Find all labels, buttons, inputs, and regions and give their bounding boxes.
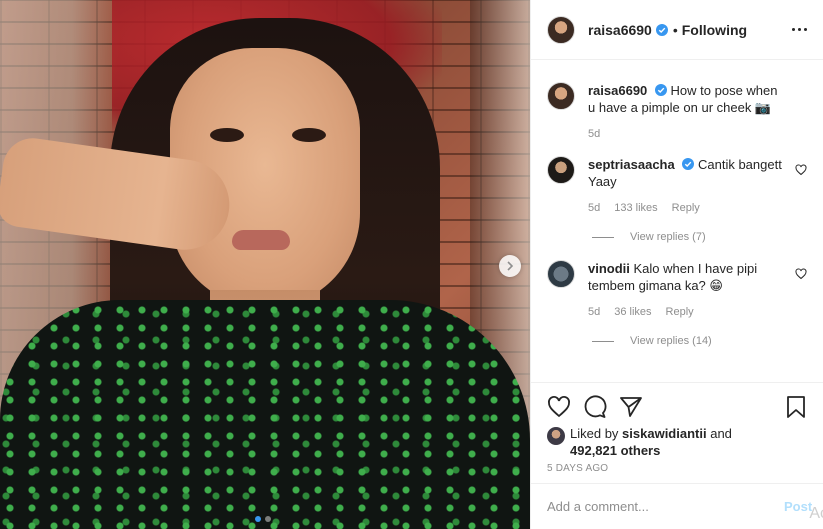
watermark-text: Ac xyxy=(809,505,823,522)
caption: raisa6690 How to pose when u have a pimp… xyxy=(547,82,807,140)
heart-icon[interactable] xyxy=(547,395,571,419)
liker-username[interactable]: siskawidiantii xyxy=(622,426,707,441)
carousel-dot-active xyxy=(255,516,261,522)
add-comment-input[interactable] xyxy=(547,499,784,514)
comment-likes[interactable]: 133 likes xyxy=(614,202,657,214)
reply-button[interactable]: Reply xyxy=(666,306,694,318)
carousel-dot xyxy=(265,516,271,522)
likes-summary: Liked by siskawidiantii and 492,821 othe… xyxy=(547,425,808,459)
bookmark-icon[interactable] xyxy=(784,395,808,419)
commenter-username[interactable]: vinodii xyxy=(588,261,630,276)
post-timestamp[interactable]: 5 DAYS AGO xyxy=(547,463,808,474)
commenter-avatar[interactable] xyxy=(547,260,575,288)
more-dot xyxy=(798,28,801,31)
more-horizontal-icon xyxy=(792,28,795,31)
heart-icon[interactable] xyxy=(795,268,807,280)
carousel-next-button[interactable] xyxy=(499,255,521,277)
carousel-dots xyxy=(255,516,271,522)
paper-plane-icon[interactable] xyxy=(619,395,643,419)
likes-count[interactable]: 492,821 others xyxy=(570,443,660,458)
commenter-avatar[interactable] xyxy=(547,156,575,184)
header-separator: • xyxy=(672,21,678,38)
likes-joiner: and xyxy=(710,426,732,441)
commenter-username[interactable]: septriasaacha xyxy=(588,157,675,172)
post-view: raisa6690 • Following raisa6690 How to p… xyxy=(0,0,823,529)
view-replies-button[interactable]: View replies (7) xyxy=(592,231,807,243)
reply-button[interactable]: Reply xyxy=(672,202,700,214)
view-replies-label: View replies (14) xyxy=(630,335,712,347)
view-replies-button[interactable]: View replies (14) xyxy=(592,335,807,347)
post-photo[interactable] xyxy=(0,0,530,529)
add-comment-bar: Post Ac xyxy=(531,483,823,529)
comment-item: vinodii Kalo when I have pipi tembem gim… xyxy=(547,260,807,318)
caption-avatar[interactable] xyxy=(547,82,575,110)
replies-line xyxy=(592,340,614,342)
verified-badge-icon xyxy=(682,158,695,170)
verified-badge-icon xyxy=(654,84,667,96)
lips xyxy=(232,230,290,250)
replies-line xyxy=(592,236,614,238)
following-button[interactable]: Following xyxy=(682,22,747,38)
verified-badge-icon xyxy=(655,23,668,36)
post-header: raisa6690 • Following xyxy=(531,0,823,60)
left-eye xyxy=(210,128,244,142)
post-actions: Liked by siskawidiantii and 492,821 othe… xyxy=(531,382,823,474)
comment-time[interactable]: 5d xyxy=(588,202,600,214)
green-print-dress xyxy=(0,300,530,529)
comments-list[interactable]: raisa6690 How to pose when u have a pimp… xyxy=(531,60,823,381)
chevron-right-icon xyxy=(507,261,514,271)
view-replies-label: View replies (7) xyxy=(630,231,706,243)
comment-icon[interactable] xyxy=(583,395,607,419)
right-eye xyxy=(292,128,326,142)
caption-username[interactable]: raisa6690 xyxy=(588,83,647,98)
comment-time[interactable]: 5d xyxy=(588,306,600,318)
author-username[interactable]: raisa6690 xyxy=(588,22,652,38)
likes-prefix: Liked by xyxy=(570,426,619,441)
more-dot xyxy=(804,28,807,31)
comment-likes[interactable]: 36 likes xyxy=(614,306,651,318)
heart-icon[interactable] xyxy=(795,164,807,176)
caption-time[interactable]: 5d xyxy=(588,128,600,140)
more-options-button[interactable] xyxy=(792,28,807,31)
post-side-panel: raisa6690 • Following raisa6690 How to p… xyxy=(530,0,823,529)
liker-avatar[interactable] xyxy=(547,427,565,445)
comment-item: septriasaacha Cantik bangett Yaay 5d 133… xyxy=(547,156,807,214)
author-avatar[interactable] xyxy=(547,15,575,44)
action-icons xyxy=(547,395,808,419)
